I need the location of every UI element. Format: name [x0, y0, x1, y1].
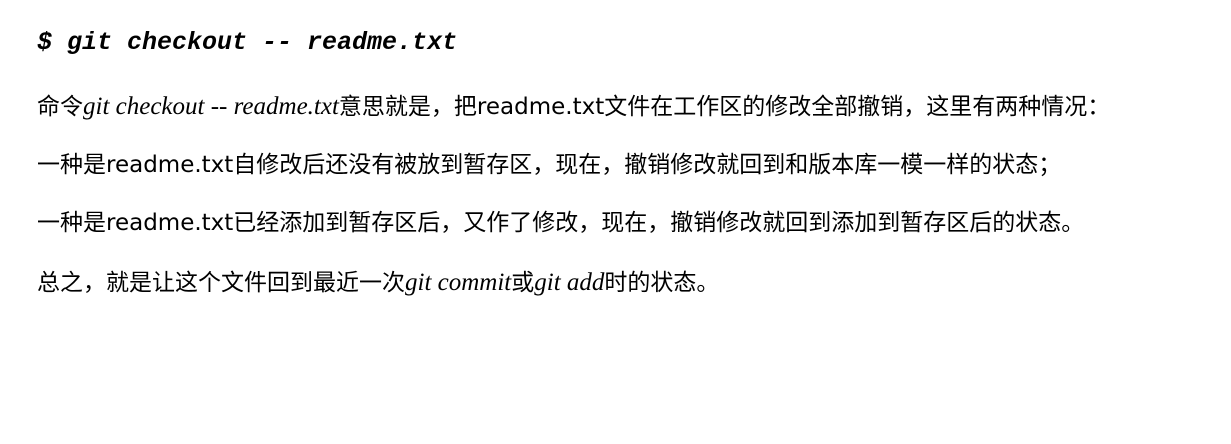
text: 意思就是，把readme.txt文件在工作区的修改全部撤销，这里有两种情况： — [338, 94, 1111, 120]
inline-code: git commit — [405, 269, 512, 296]
paragraph: 命令git checkout -- readme.txt意思就是，把readme… — [37, 92, 1197, 122]
inline-code: git checkout -- readme.txt — [83, 93, 339, 120]
paragraph: 总之，就是让这个文件回到最近一次git commit或git add时的状态。 — [37, 268, 1197, 298]
inline-code: git add — [534, 269, 605, 296]
text: 或 — [511, 270, 535, 296]
paragraph: 一种是readme.txt已经添加到暂存区后，又作了修改，现在，撤销修改就回到添… — [37, 210, 1085, 236]
command-line: $ git checkout -- readme.txt — [37, 28, 458, 57]
document: $ git checkout -- readme.txt 命令git check… — [0, 28, 1197, 298]
paragraph: 一种是readme.txt自修改后还没有被放到暂存区，现在，撤销修改就回到和版本… — [37, 152, 1062, 178]
text: 时的状态。 — [604, 270, 720, 296]
text: 总之，就是让这个文件回到最近一次 — [37, 270, 405, 296]
text: 命令 — [37, 94, 83, 120]
